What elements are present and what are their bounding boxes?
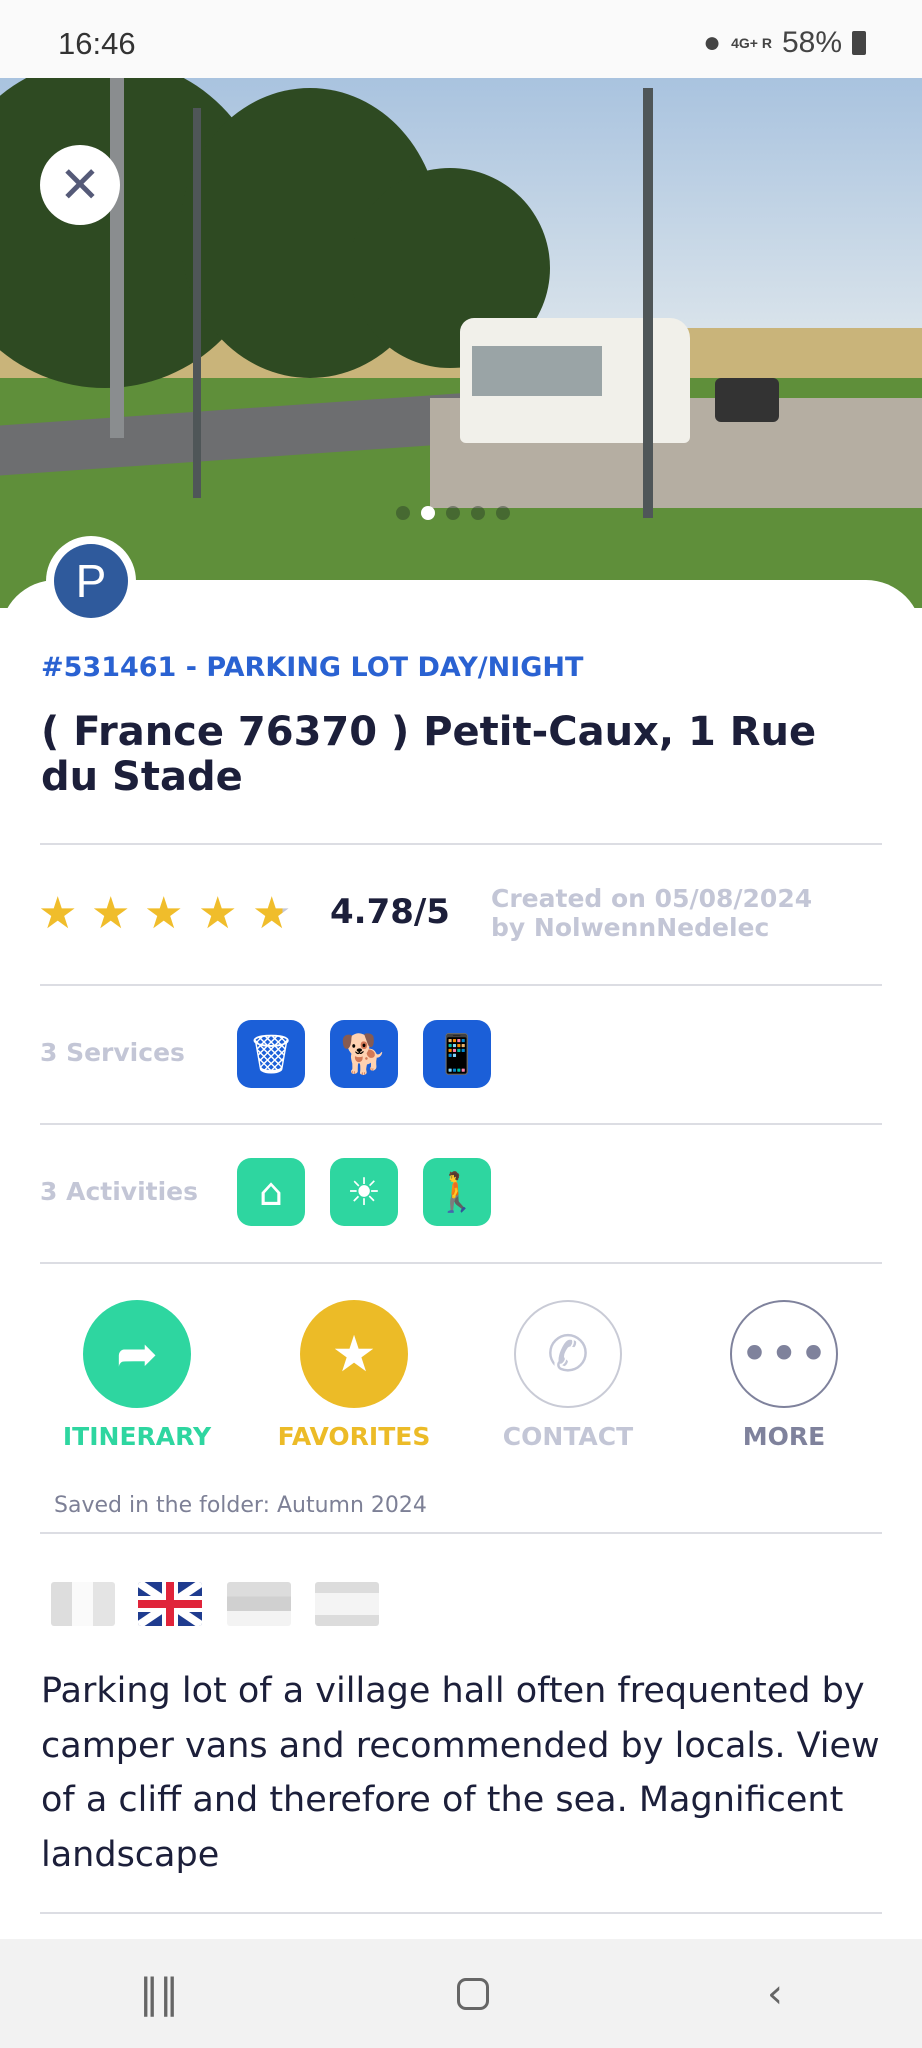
battery-percent: 58% xyxy=(781,26,842,59)
directions-icon: ➦ xyxy=(116,1325,158,1383)
place-id-type: #531461 - PARKING LOT DAY/NIGHT xyxy=(41,652,584,683)
parking-icon: P xyxy=(54,544,128,618)
carousel-dot[interactable] xyxy=(496,506,510,520)
carousel-dot[interactable] xyxy=(446,506,460,520)
created-date: Created on 05/08/2024 xyxy=(491,884,813,913)
created-info: Created on 05/08/2024 by NolwennNedelec xyxy=(491,884,812,942)
place-description: Parking lot of a village hall often freq… xyxy=(41,1671,880,1875)
flag-spanish-icon[interactable] xyxy=(315,1582,379,1626)
mobile-network-icon[interactable]: 📱 xyxy=(423,1020,491,1088)
itinerary-label[interactable]: ITINERARY xyxy=(37,1422,237,1451)
system-nav-bar: ‖‖ ‹ xyxy=(0,1939,922,2048)
rating-value: 4.78/5 xyxy=(330,892,450,932)
carousel-dot[interactable] xyxy=(471,506,485,520)
place-title: ( France 76370 ) Petit-Caux, 1 Rue du St… xyxy=(41,709,817,800)
services-label: 3 Services xyxy=(40,1038,185,1067)
more-label[interactable]: MORE xyxy=(684,1422,884,1451)
status-icons: ● 4G+ R 58% xyxy=(703,26,866,60)
trash-bin-icon[interactable]: 🗑 xyxy=(237,1020,305,1088)
more-dots-icon: ••• xyxy=(739,1325,829,1383)
status-bar: 16:46 ● 4G+ R 58% xyxy=(0,0,922,78)
star-partial-icon: ★ xyxy=(252,888,292,939)
flag-german-icon[interactable] xyxy=(227,1582,291,1626)
favorites-button[interactable]: ★ xyxy=(300,1300,408,1408)
itinerary-button[interactable]: ➦ xyxy=(83,1300,191,1408)
viewpoint-icon[interactable]: ☀ xyxy=(330,1158,398,1226)
divider xyxy=(40,984,882,986)
divider xyxy=(40,1262,882,1264)
clock: 16:46 xyxy=(58,26,136,61)
favorites-label[interactable]: FAVORITES xyxy=(254,1422,454,1451)
hiking-icon[interactable]: 🚶 xyxy=(423,1158,491,1226)
location-icon: ● xyxy=(702,26,722,59)
star-icon: ★ xyxy=(91,888,131,939)
playground-icon[interactable]: ⌂ xyxy=(237,1158,305,1226)
parking-category-badge: P xyxy=(46,536,136,626)
more-button[interactable]: ••• xyxy=(730,1300,838,1408)
contact-label[interactable]: CONTACT xyxy=(468,1422,668,1451)
saved-folder-info[interactable]: Saved in the folder: Autumn 2024 xyxy=(54,1493,427,1518)
phone-icon: ✆ xyxy=(547,1325,589,1383)
star-icon: ★ xyxy=(331,1325,377,1383)
flag-french-icon[interactable] xyxy=(51,1582,115,1626)
close-icon: ✕ xyxy=(59,156,101,214)
star-icon: ★ xyxy=(38,888,78,939)
recent-apps-icon[interactable]: ‖‖ xyxy=(139,1971,179,2017)
place-photo-carousel[interactable] xyxy=(0,78,922,608)
carousel-dot-active[interactable] xyxy=(421,506,435,520)
contact-button[interactable]: ✆ xyxy=(514,1300,622,1408)
home-icon[interactable] xyxy=(457,1977,489,2010)
divider xyxy=(40,1532,882,1534)
divider xyxy=(40,843,882,845)
carousel-dot[interactable] xyxy=(396,506,410,520)
back-icon[interactable]: ‹ xyxy=(767,1971,783,2017)
signal-icon: 4G+ R xyxy=(731,35,772,51)
activities-label: 3 Activities xyxy=(40,1177,199,1206)
close-button[interactable]: ✕ xyxy=(40,145,120,225)
divider xyxy=(40,1123,882,1125)
battery-icon xyxy=(852,31,866,55)
star-icon: ★ xyxy=(198,888,238,939)
star-icon: ★ xyxy=(144,888,184,939)
created-author[interactable]: by NolwennNedelec xyxy=(491,913,812,942)
flag-english-icon[interactable] xyxy=(138,1582,202,1626)
dog-icon[interactable]: 🐕 xyxy=(330,1020,398,1088)
divider xyxy=(40,1912,882,1914)
